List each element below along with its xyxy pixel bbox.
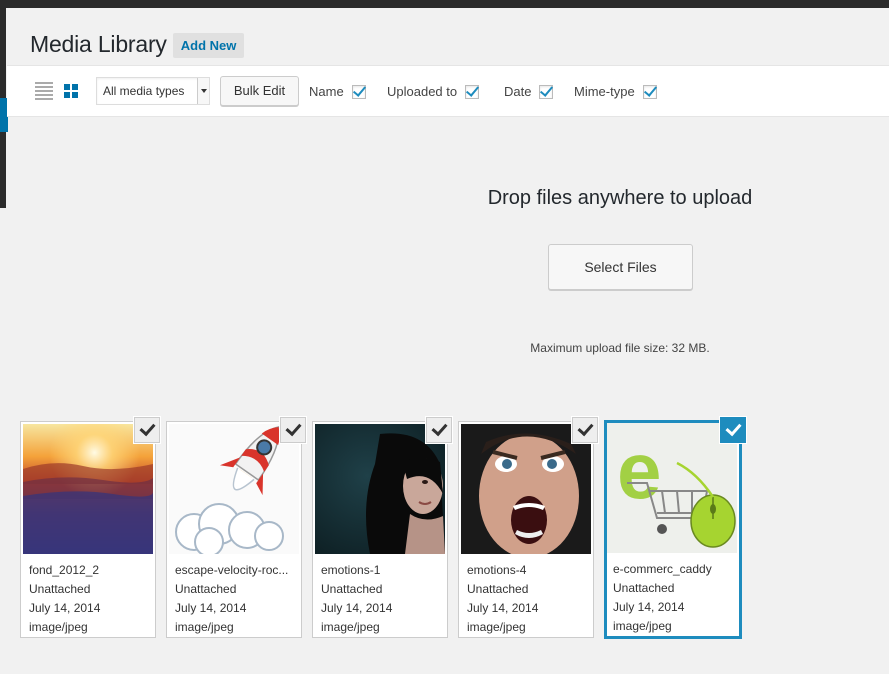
admin-bar	[0, 0, 889, 8]
media-item[interactable]: fond_2012_2 Unattached July 14, 2014 ima…	[20, 417, 160, 638]
media-item-meta: fond_2012_2 Unattached July 14, 2014 ima…	[29, 561, 100, 637]
checkmark-icon[interactable]	[134, 417, 160, 443]
column-toggle-uploaded-to[interactable]: Uploaded to	[387, 84, 480, 99]
media-item-attached: Unattached	[29, 582, 91, 596]
checkmark-icon[interactable]	[572, 417, 598, 443]
column-toggle-date[interactable]: Date	[504, 84, 554, 99]
media-type-filter-value: All media types	[103, 84, 185, 98]
media-item-meta: emotions-1 Unattached July 14, 2014 imag…	[321, 561, 392, 637]
bulk-edit-button[interactable]: Bulk Edit	[220, 76, 299, 106]
media-item-name: emotions-4	[467, 563, 527, 577]
media-item-attached: Unattached	[467, 582, 529, 596]
grid-view-icon[interactable]	[64, 84, 78, 98]
media-item-mime: image/jpeg	[29, 620, 88, 634]
media-item-attached: Unattached	[613, 581, 675, 595]
list-view-icon[interactable]	[35, 82, 53, 100]
page-title: Media Library	[30, 30, 167, 57]
column-toggle-label: Uploaded to	[387, 84, 458, 99]
column-toggle-mime-type[interactable]: Mime-type	[574, 84, 657, 99]
media-item-name: emotions-1	[321, 563, 381, 577]
media-item-meta: e-commerc_caddy Unattached July 14, 2014…	[613, 560, 712, 636]
max-upload-size: Maximum upload file size: 32 MB.	[530, 341, 710, 355]
media-item-attached: Unattached	[175, 582, 237, 596]
media-toolbar: All media types Bulk Edit Name Uploaded …	[7, 65, 889, 117]
media-item-name: escape-velocity-roc...	[175, 563, 289, 577]
checkbox[interactable]	[539, 84, 554, 99]
media-item[interactable]: emotions-4 Unattached July 14, 2014 imag…	[458, 417, 598, 638]
chevron-down-icon	[197, 78, 209, 104]
svg-text:e: e	[617, 426, 662, 515]
media-item-meta: emotions-4 Unattached July 14, 2014 imag…	[467, 561, 538, 637]
media-item-mime: image/jpeg	[613, 619, 672, 633]
media-item-mime: image/jpeg	[321, 620, 380, 634]
media-item-meta: escape-velocity-roc... Unattached July 1…	[175, 561, 288, 637]
media-item-date: July 14, 2014	[29, 601, 101, 615]
checkmark-icon[interactable]	[280, 417, 306, 443]
media-type-filter[interactable]: All media types	[96, 77, 210, 105]
thumbnail-image	[169, 424, 299, 554]
media-item-selected[interactable]: e e-commerc_caddy Unattached July 14, 20…	[604, 417, 746, 639]
page-header: Media Library Add New	[30, 29, 245, 59]
column-toggle-label: Name	[309, 84, 344, 99]
thumbnail-image: e	[607, 423, 737, 553]
media-item-mime: image/jpeg	[175, 620, 234, 634]
select-files-button[interactable]: Select Files	[548, 244, 693, 290]
media-item-attached: Unattached	[321, 582, 383, 596]
checkmark-icon[interactable]	[720, 417, 746, 443]
column-toggle-label: Mime-type	[574, 84, 635, 99]
checkbox[interactable]	[465, 84, 480, 99]
media-item-name: fond_2012_2	[29, 563, 100, 577]
checkbox[interactable]	[351, 84, 366, 99]
media-item-date: July 14, 2014	[613, 600, 685, 614]
checkbox[interactable]	[642, 84, 657, 99]
media-item[interactable]: emotions-1 Unattached July 14, 2014 imag…	[312, 417, 452, 638]
add-new-button[interactable]: Add New	[172, 32, 245, 58]
thumbnail-image	[23, 424, 153, 554]
column-toggle-label: Date	[504, 84, 532, 99]
media-item-name: e-commerc_caddy	[613, 562, 712, 576]
media-item-date: July 14, 2014	[321, 601, 393, 615]
drop-zone-title: Drop files anywhere to upload	[487, 187, 753, 209]
column-toggle-name[interactable]: Name	[309, 84, 366, 99]
media-item-date: July 14, 2014	[175, 601, 247, 615]
media-item-date: July 14, 2014	[467, 601, 539, 615]
media-item-mime: image/jpeg	[467, 620, 526, 634]
thumbnail-image	[315, 424, 445, 554]
thumbnail-image	[461, 424, 591, 554]
media-item[interactable]: escape-velocity-roc... Unattached July 1…	[166, 417, 306, 638]
checkmark-icon[interactable]	[426, 417, 452, 443]
